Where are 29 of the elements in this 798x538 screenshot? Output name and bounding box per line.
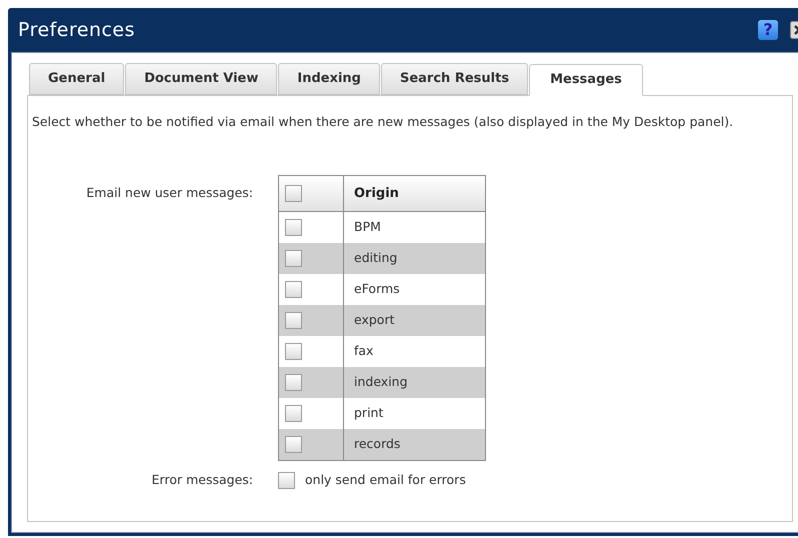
table-cell-text: indexing — [353, 373, 409, 392]
checkbox[interactable] — [285, 219, 302, 236]
window-title: Preferences — [18, 18, 135, 43]
table-cell-text: BPM — [353, 218, 382, 236]
checkbox[interactable] — [285, 281, 302, 298]
table-cell-text: export — [353, 311, 396, 330]
tab[interactable]: Document View — [125, 63, 278, 95]
tab[interactable]: Messages — [529, 64, 643, 96]
tab[interactable]: Indexing — [278, 63, 380, 95]
help-button[interactable]: ? — [758, 20, 778, 40]
table-cell-text: records — [353, 435, 402, 454]
checkbox[interactable] — [285, 250, 302, 267]
description-text: Select whether to be notified via email when there are new messages (also displayed in the My Desktop panel). — [32, 113, 734, 131]
table-cell-text: editing — [353, 249, 398, 268]
tab[interactable]: General — [29, 63, 124, 95]
select-all-checkbox[interactable] — [285, 185, 302, 202]
table-cell-text: fax — [353, 342, 374, 360]
table-cell-text: print — [353, 404, 384, 422]
checkbox[interactable] — [285, 343, 302, 360]
checkbox[interactable] — [278, 472, 295, 489]
tab[interactable]: Search Results — [380, 63, 528, 95]
table-cell-text: eForms — [353, 280, 401, 298]
field-label: Email new user messages: — [85, 184, 254, 202]
field-label: Error messages: — [150, 471, 254, 489]
checkbox[interactable] — [285, 405, 302, 422]
checkbox[interactable] — [285, 374, 302, 391]
checkbox[interactable] — [285, 312, 302, 329]
checkbox-label: only send email for errors — [305, 471, 466, 489]
checkbox[interactable] — [285, 436, 302, 453]
